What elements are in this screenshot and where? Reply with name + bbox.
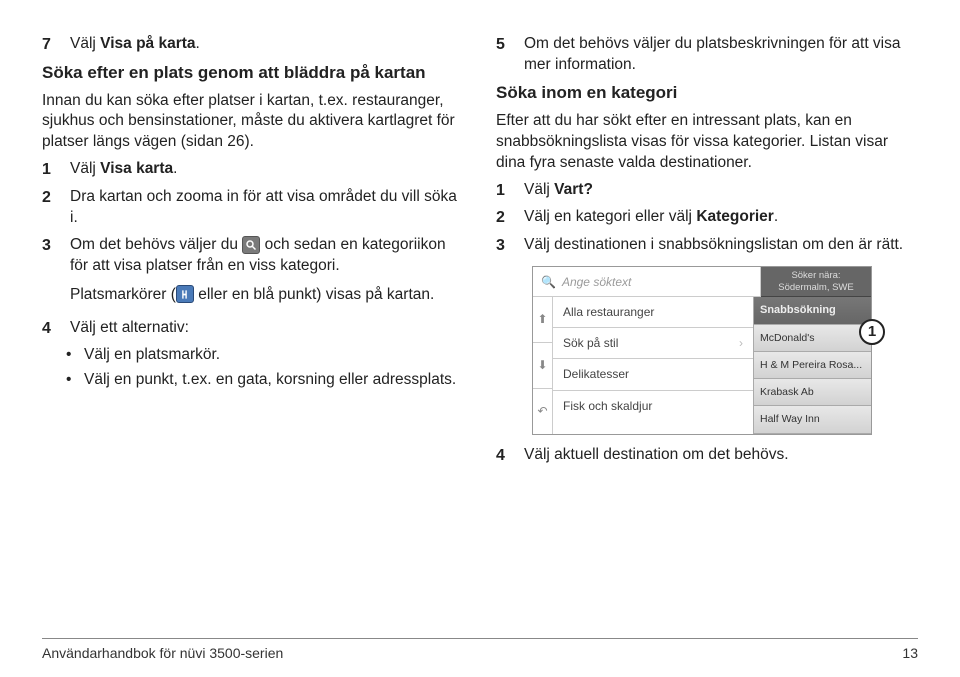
bold-text: Visa på karta <box>100 35 195 52</box>
search-icon <box>242 236 260 254</box>
step-2: 2 Dra kartan och zooma in för att visa o… <box>42 187 464 229</box>
chevron-right-icon: › <box>739 335 743 351</box>
text: Välj en kategori eller välj <box>524 208 696 225</box>
intro-text: Efter att du har sökt efter en intressan… <box>496 111 918 174</box>
step-4: 4 Välj ett alternativ: <box>42 318 464 340</box>
step-number: 3 <box>496 235 510 257</box>
step-number: 2 <box>42 187 56 229</box>
step-number: 3 <box>42 235 56 312</box>
arrow-down-icon[interactable]: ⬇ <box>533 343 552 389</box>
scroll-arrows: ⬆ ⬇ ↶ <box>533 297 553 434</box>
page-number: 13 <box>902 645 918 661</box>
step-number: 4 <box>496 445 510 467</box>
section-heading: Söka inom en kategori <box>496 82 918 105</box>
text: Om det behövs väljer du platsbeskrivning… <box>524 34 918 76</box>
text: Välj aktuell destination om det behövs. <box>524 445 918 467</box>
quick-item[interactable]: Krabask Ab <box>754 379 871 406</box>
page-footer: Användarhandbok för nüvi 3500-serien 13 <box>42 638 918 661</box>
list-item[interactable]: Sök på stil› <box>553 328 753 359</box>
intro-text: Innan du kan söka efter platser i kartan… <box>42 91 464 154</box>
search-input[interactable]: 🔍 Ange söktext <box>533 267 761 297</box>
step-2: 2 Välj en kategori eller välj Kategorier… <box>496 207 918 229</box>
bullet: • <box>66 345 74 366</box>
bullet: • <box>66 370 74 391</box>
step-4: 4 Välj aktuell destination om det behövs… <box>496 445 918 467</box>
text: Dra kartan och zooma in för att visa omr… <box>70 187 464 229</box>
bullet-item: • Välj en platsmarkör. <box>66 345 464 366</box>
text: Välj <box>70 160 100 177</box>
step-1: 1 Välj Visa karta. <box>42 159 464 181</box>
text: . <box>196 35 200 52</box>
bold-text: Vart? <box>554 181 593 198</box>
text: Välj <box>70 35 100 52</box>
step-3: 3 Välj destinationen i snabbsökningslist… <box>496 235 918 257</box>
step-number: 5 <box>496 34 510 76</box>
bold-text: Kategorier <box>696 208 774 225</box>
quick-item[interactable]: H & M Pereira Rosa... <box>754 352 871 379</box>
section-heading: Söka efter en plats genom att bläddra på… <box>42 62 464 85</box>
step-number: 4 <box>42 318 56 340</box>
search-placeholder: Ange söktext <box>562 274 631 290</box>
list-item[interactable]: Fisk och skaldjur <box>553 391 753 421</box>
footer-title: Användarhandbok för nüvi 3500-serien <box>42 645 283 661</box>
device-screenshot: 🔍 Ange söktext Söker nära: Södermalm, SW… <box>532 266 872 434</box>
back-icon[interactable]: ↶ <box>533 389 552 434</box>
quick-search-header: Snabbsökning <box>754 297 871 325</box>
right-column: 5 Om det behövs väljer du platsbeskrivni… <box>496 28 918 472</box>
step-1: 1 Välj Vart? <box>496 180 918 202</box>
step-5: 5 Om det behövs väljer du platsbeskrivni… <box>496 34 918 76</box>
text: Platsmarkörer ( <box>70 286 176 303</box>
search-icon: 🔍 <box>541 274 556 290</box>
near-label: Söker nära: <box>763 270 869 281</box>
list-item[interactable]: Alla restauranger <box>553 297 753 328</box>
text: Välj <box>524 181 554 198</box>
step-number: 1 <box>42 159 56 181</box>
text: . <box>774 208 778 225</box>
bold-text: Visa karta <box>100 160 173 177</box>
step-number: 7 <box>42 34 56 56</box>
step-number: 1 <box>496 180 510 202</box>
text: Välj destinationen i snabbsökningslistan… <box>524 235 918 257</box>
quick-item[interactable]: Half Way Inn <box>754 406 871 433</box>
bullet-item: • Välj en punkt, t.ex. en gata, korsning… <box>66 370 464 391</box>
callout-badge: 1 <box>859 319 885 345</box>
text: Välj en platsmarkör. <box>84 345 220 366</box>
list-item[interactable]: Delikatesser <box>553 359 753 390</box>
text: . <box>173 160 177 177</box>
quick-search-panel: Snabbsökning McDonald's H & M Pereira Ro… <box>753 297 871 434</box>
step-number: 2 <box>496 207 510 229</box>
near-value: Södermalm, SWE <box>763 282 869 293</box>
arrow-up-icon[interactable]: ⬆ <box>533 297 552 343</box>
text: Välj ett alternativ: <box>70 318 464 340</box>
category-list: Alla restauranger Sök på stil› Delikates… <box>553 297 753 434</box>
left-column: 7 Välj Visa på karta. Söka efter en plat… <box>42 28 464 472</box>
step-7: 7 Välj Visa på karta. <box>42 34 464 56</box>
marker-icon <box>176 285 194 303</box>
text: eller en blå punkt) visas på kartan. <box>194 286 434 303</box>
text: Om det behövs väljer du <box>70 236 242 253</box>
step-3: 3 Om det behövs väljer du och sedan en k… <box>42 235 464 312</box>
quick-item[interactable]: McDonald's <box>754 325 871 352</box>
near-panel[interactable]: Söker nära: Södermalm, SWE <box>761 267 871 297</box>
text: Välj en punkt, t.ex. en gata, korsning e… <box>84 370 456 391</box>
